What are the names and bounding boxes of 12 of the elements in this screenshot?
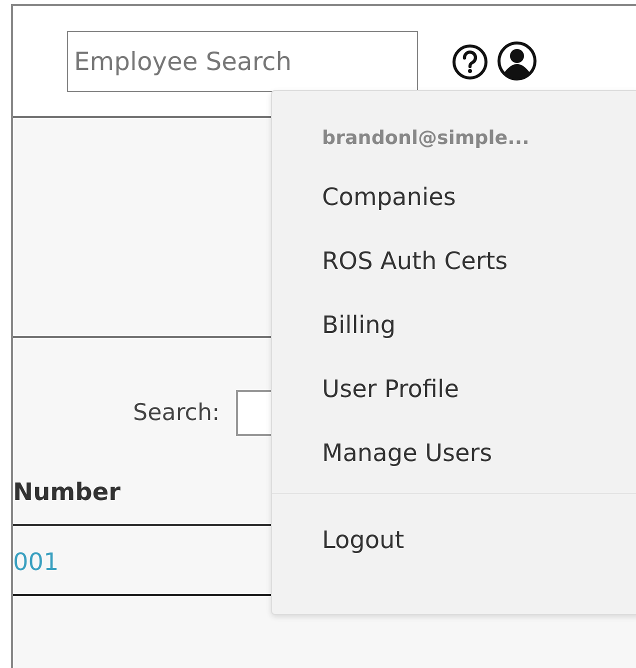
menu-item[interactable]: Billing bbox=[272, 301, 396, 349]
employee-search-field[interactable]: Employee Search bbox=[67, 31, 418, 92]
logout-item[interactable]: Logout bbox=[272, 516, 404, 564]
column-header: Number bbox=[13, 478, 120, 506]
user-icon[interactable] bbox=[497, 41, 537, 81]
menu-item[interactable]: ROS Auth Certs bbox=[272, 237, 508, 285]
menu-item[interactable]: Companies bbox=[272, 173, 456, 221]
menu-item[interactable]: User Profile bbox=[272, 365, 459, 413]
help-icon[interactable] bbox=[452, 44, 488, 80]
user-email: brandonl@simple... bbox=[321, 127, 530, 149]
menu-item[interactable]: Manage Users bbox=[272, 429, 492, 477]
search-label: Search: bbox=[133, 400, 220, 426]
